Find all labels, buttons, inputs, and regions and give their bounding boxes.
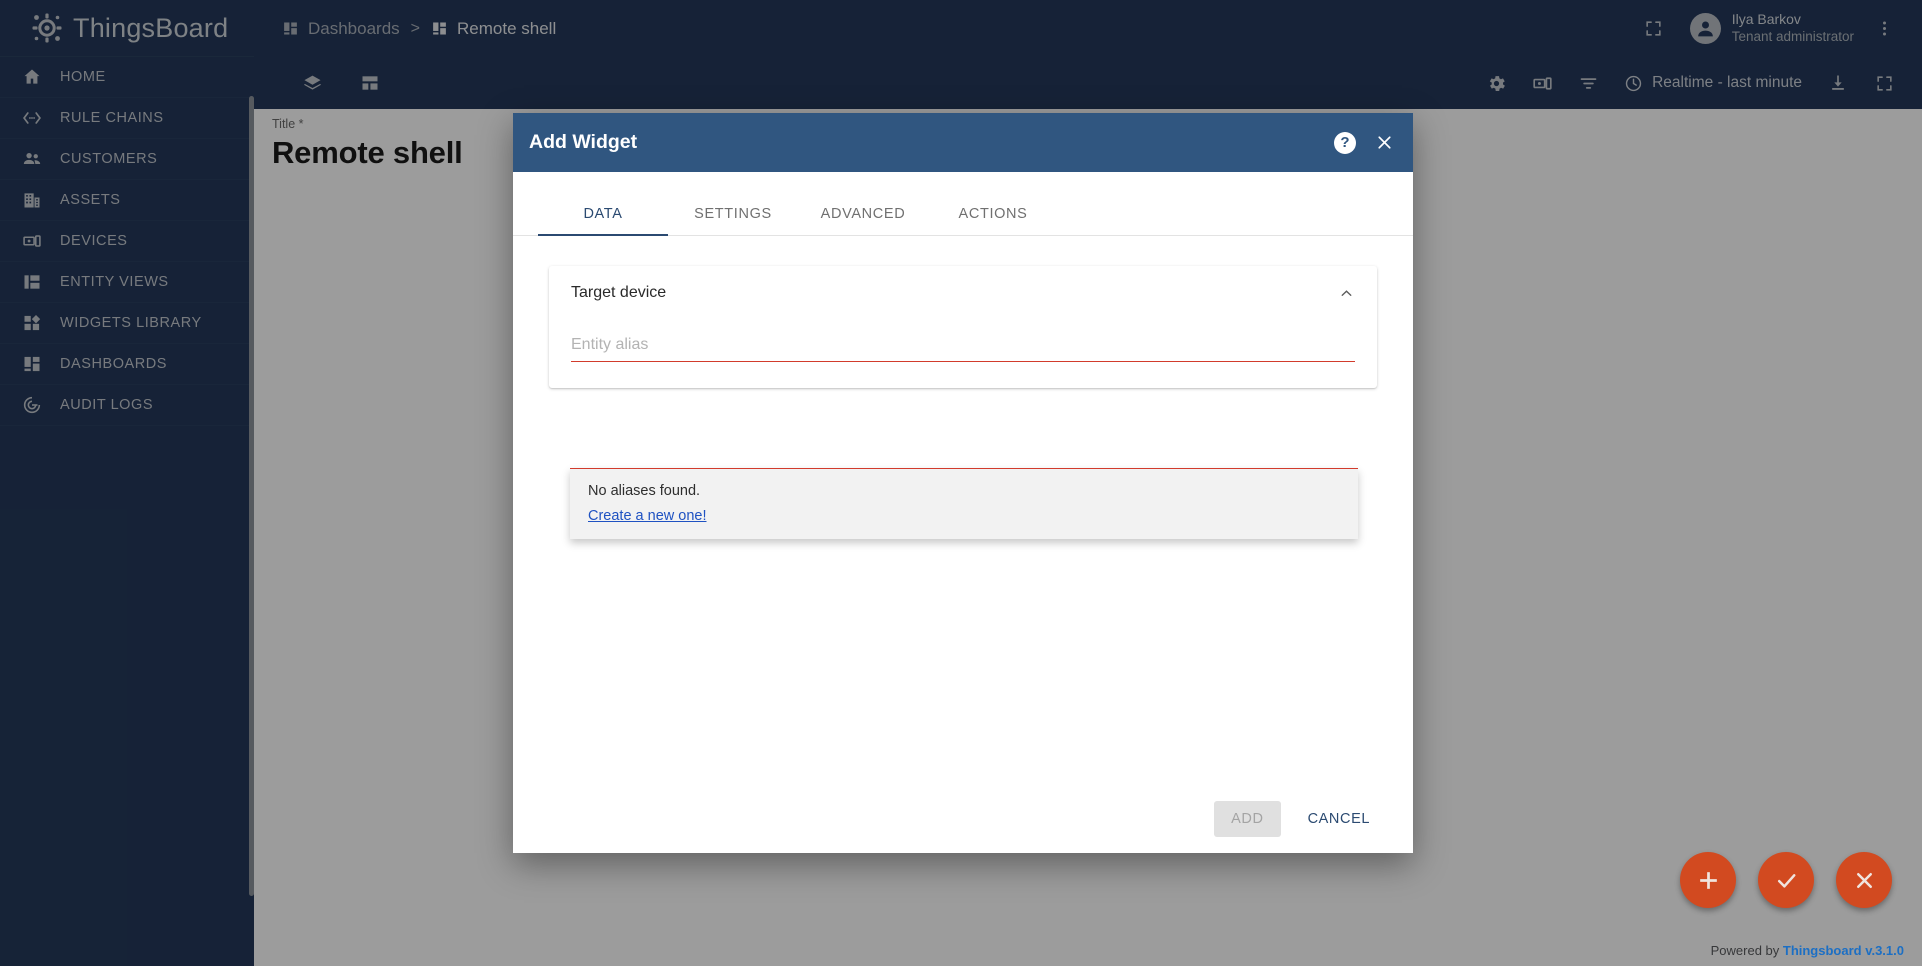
target-device-panel: Target device — [549, 266, 1377, 388]
help-icon[interactable]: ? — [1334, 131, 1356, 154]
create-alias-link[interactable]: Create a new one! — [570, 508, 725, 524]
dialog-header: Add Widget ? — [513, 113, 1413, 172]
tab-actions[interactable]: ACTIONS — [928, 206, 1058, 235]
plus-icon — [1699, 871, 1717, 889]
entity-alias-dropdown: No aliases found. Create a new one! — [570, 468, 1358, 539]
apply-changes-fab[interactable] — [1758, 852, 1814, 908]
powered-by-footer: Powered by Thingsboard v.3.1.0 — [1711, 943, 1904, 958]
app-root: ThingsBoard HOME RULE CHAINS CUSTOMERS A… — [0, 0, 1922, 966]
dialog-tabs: DATA SETTINGS ADVANCED ACTIONS — [513, 172, 1413, 236]
dialog-footer: ADD CANCEL — [513, 785, 1413, 853]
thingsboard-version-link[interactable]: Thingsboard v.3.1.0 — [1783, 943, 1904, 958]
dialog-body: Target device No aliases found. Create a… — [513, 236, 1413, 785]
close-dialog-button[interactable] — [1374, 132, 1395, 153]
tab-data[interactable]: DATA — [538, 206, 668, 236]
add-button[interactable]: ADD — [1214, 801, 1281, 837]
dialog-title: Add Widget — [529, 131, 638, 153]
add-widget-dialog: Add Widget ? DATA SETTINGS ADVANCED ACTI… — [513, 113, 1413, 853]
target-device-panel-header[interactable]: Target device — [571, 266, 1355, 320]
tab-settings[interactable]: SETTINGS — [668, 206, 798, 235]
add-widget-fab[interactable] — [1680, 852, 1736, 908]
target-device-panel-content — [571, 320, 1355, 388]
close-icon — [1856, 872, 1872, 888]
floating-action-buttons — [1680, 852, 1892, 908]
powered-by-text: Powered by — [1710, 943, 1783, 958]
target-device-title: Target device — [571, 284, 667, 301]
cancel-changes-fab[interactable] — [1836, 852, 1892, 908]
no-aliases-message: No aliases found. — [588, 483, 701, 499]
cancel-button[interactable]: CANCEL — [1293, 801, 1385, 837]
close-icon — [1378, 136, 1391, 149]
check-icon — [1777, 873, 1795, 888]
tab-advanced[interactable]: ADVANCED — [798, 206, 928, 235]
entity-alias-input[interactable] — [571, 328, 1355, 362]
chevron-up-icon[interactable] — [1338, 285, 1355, 302]
